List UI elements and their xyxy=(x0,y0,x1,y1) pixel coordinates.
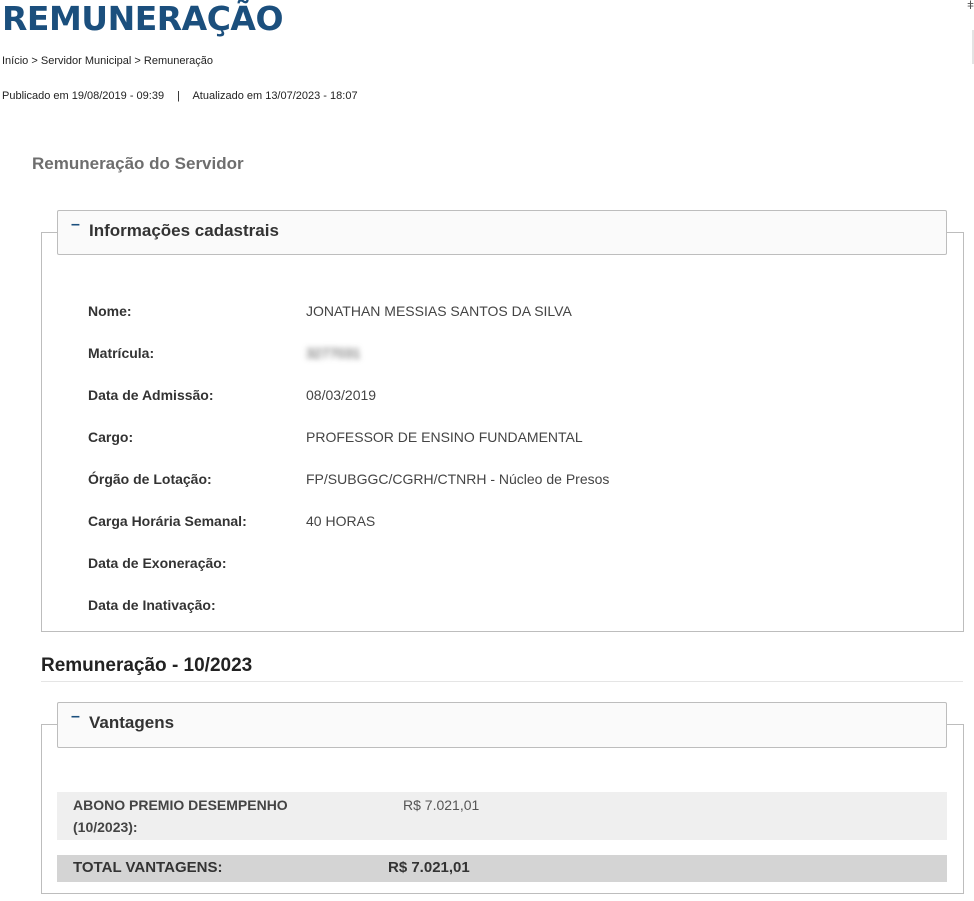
info-panel-header[interactable]: – Informações cadastrais xyxy=(57,210,947,255)
info-panel-title: Informações cadastrais xyxy=(89,221,279,240)
breadcrumb-current: Remuneração xyxy=(143,55,213,67)
publication-separator: | xyxy=(177,90,180,102)
page-title: REMUNERAÇÃO xyxy=(2,0,284,38)
field-value-blurred: 3277031 xyxy=(306,345,361,361)
remuneration-title: Remuneração - 10/2023 xyxy=(41,655,253,676)
field-label: Nome: xyxy=(88,303,132,319)
field-label: Matrícula: xyxy=(88,345,155,361)
breadcrumb-separator: > xyxy=(134,55,141,67)
published-date: Publicado em 19/08/2019 - 09:39 xyxy=(2,90,165,102)
total-label: TOTAL VANTAGENS: xyxy=(73,859,223,876)
field-label: Cargo: xyxy=(88,429,134,445)
divider xyxy=(41,681,963,682)
side-glyph: ǂ xyxy=(966,0,974,12)
breadcrumb-section-link[interactable]: Servidor Municipal xyxy=(41,55,131,67)
vantagem-value: R$ 7.021,01 xyxy=(403,797,480,813)
vantagem-label: ABONO PREMIO DESEMPENHO (10/2023): xyxy=(73,797,288,835)
field-label: Data de Exoneração: xyxy=(88,555,227,571)
field-value: JONATHAN MESSIAS SANTOS DA SILVA xyxy=(306,303,572,319)
field-label: Data de Admissão: xyxy=(88,387,214,403)
vantagem-row: ABONO PREMIO DESEMPENHO (10/2023): R$ 7.… xyxy=(57,792,947,840)
vantagens-panel-header[interactable]: – Vantagens xyxy=(57,702,947,748)
breadcrumb-home-link[interactable]: Início xyxy=(2,55,28,67)
field-label: Carga Horária Semanal: xyxy=(88,513,247,529)
field-label: Órgão de Lotação: xyxy=(88,471,212,487)
field-label: Data de Inativação: xyxy=(88,597,216,613)
field-value: FP/SUBGGC/CGRH/CTNRH - Núcleo de Presos xyxy=(306,471,610,487)
breadcrumb: Início > Servidor Municipal > Remuneraçã… xyxy=(2,55,213,67)
field-value: 08/03/2019 xyxy=(306,387,377,403)
total-value: R$ 7.021,01 xyxy=(388,859,470,876)
field-value: PROFESSOR DE ENSINO FUNDAMENTAL xyxy=(306,429,583,445)
collapse-minus-icon[interactable]: – xyxy=(71,709,80,725)
updated-date: Atualizado em 13/07/2023 - 18:07 xyxy=(192,90,358,102)
publication-info: Publicado em 19/08/2019 - 09:39 | Atuali… xyxy=(2,90,358,102)
collapse-minus-icon[interactable]: – xyxy=(71,217,80,233)
field-value: 40 HORAS xyxy=(306,513,376,529)
section-title: Remuneração do Servidor xyxy=(32,154,244,173)
total-vantagens-row: TOTAL VANTAGENS: R$ 7.021,01 xyxy=(57,855,947,882)
vantagens-panel-title: Vantagens xyxy=(89,713,175,732)
breadcrumb-separator: > xyxy=(31,55,38,67)
